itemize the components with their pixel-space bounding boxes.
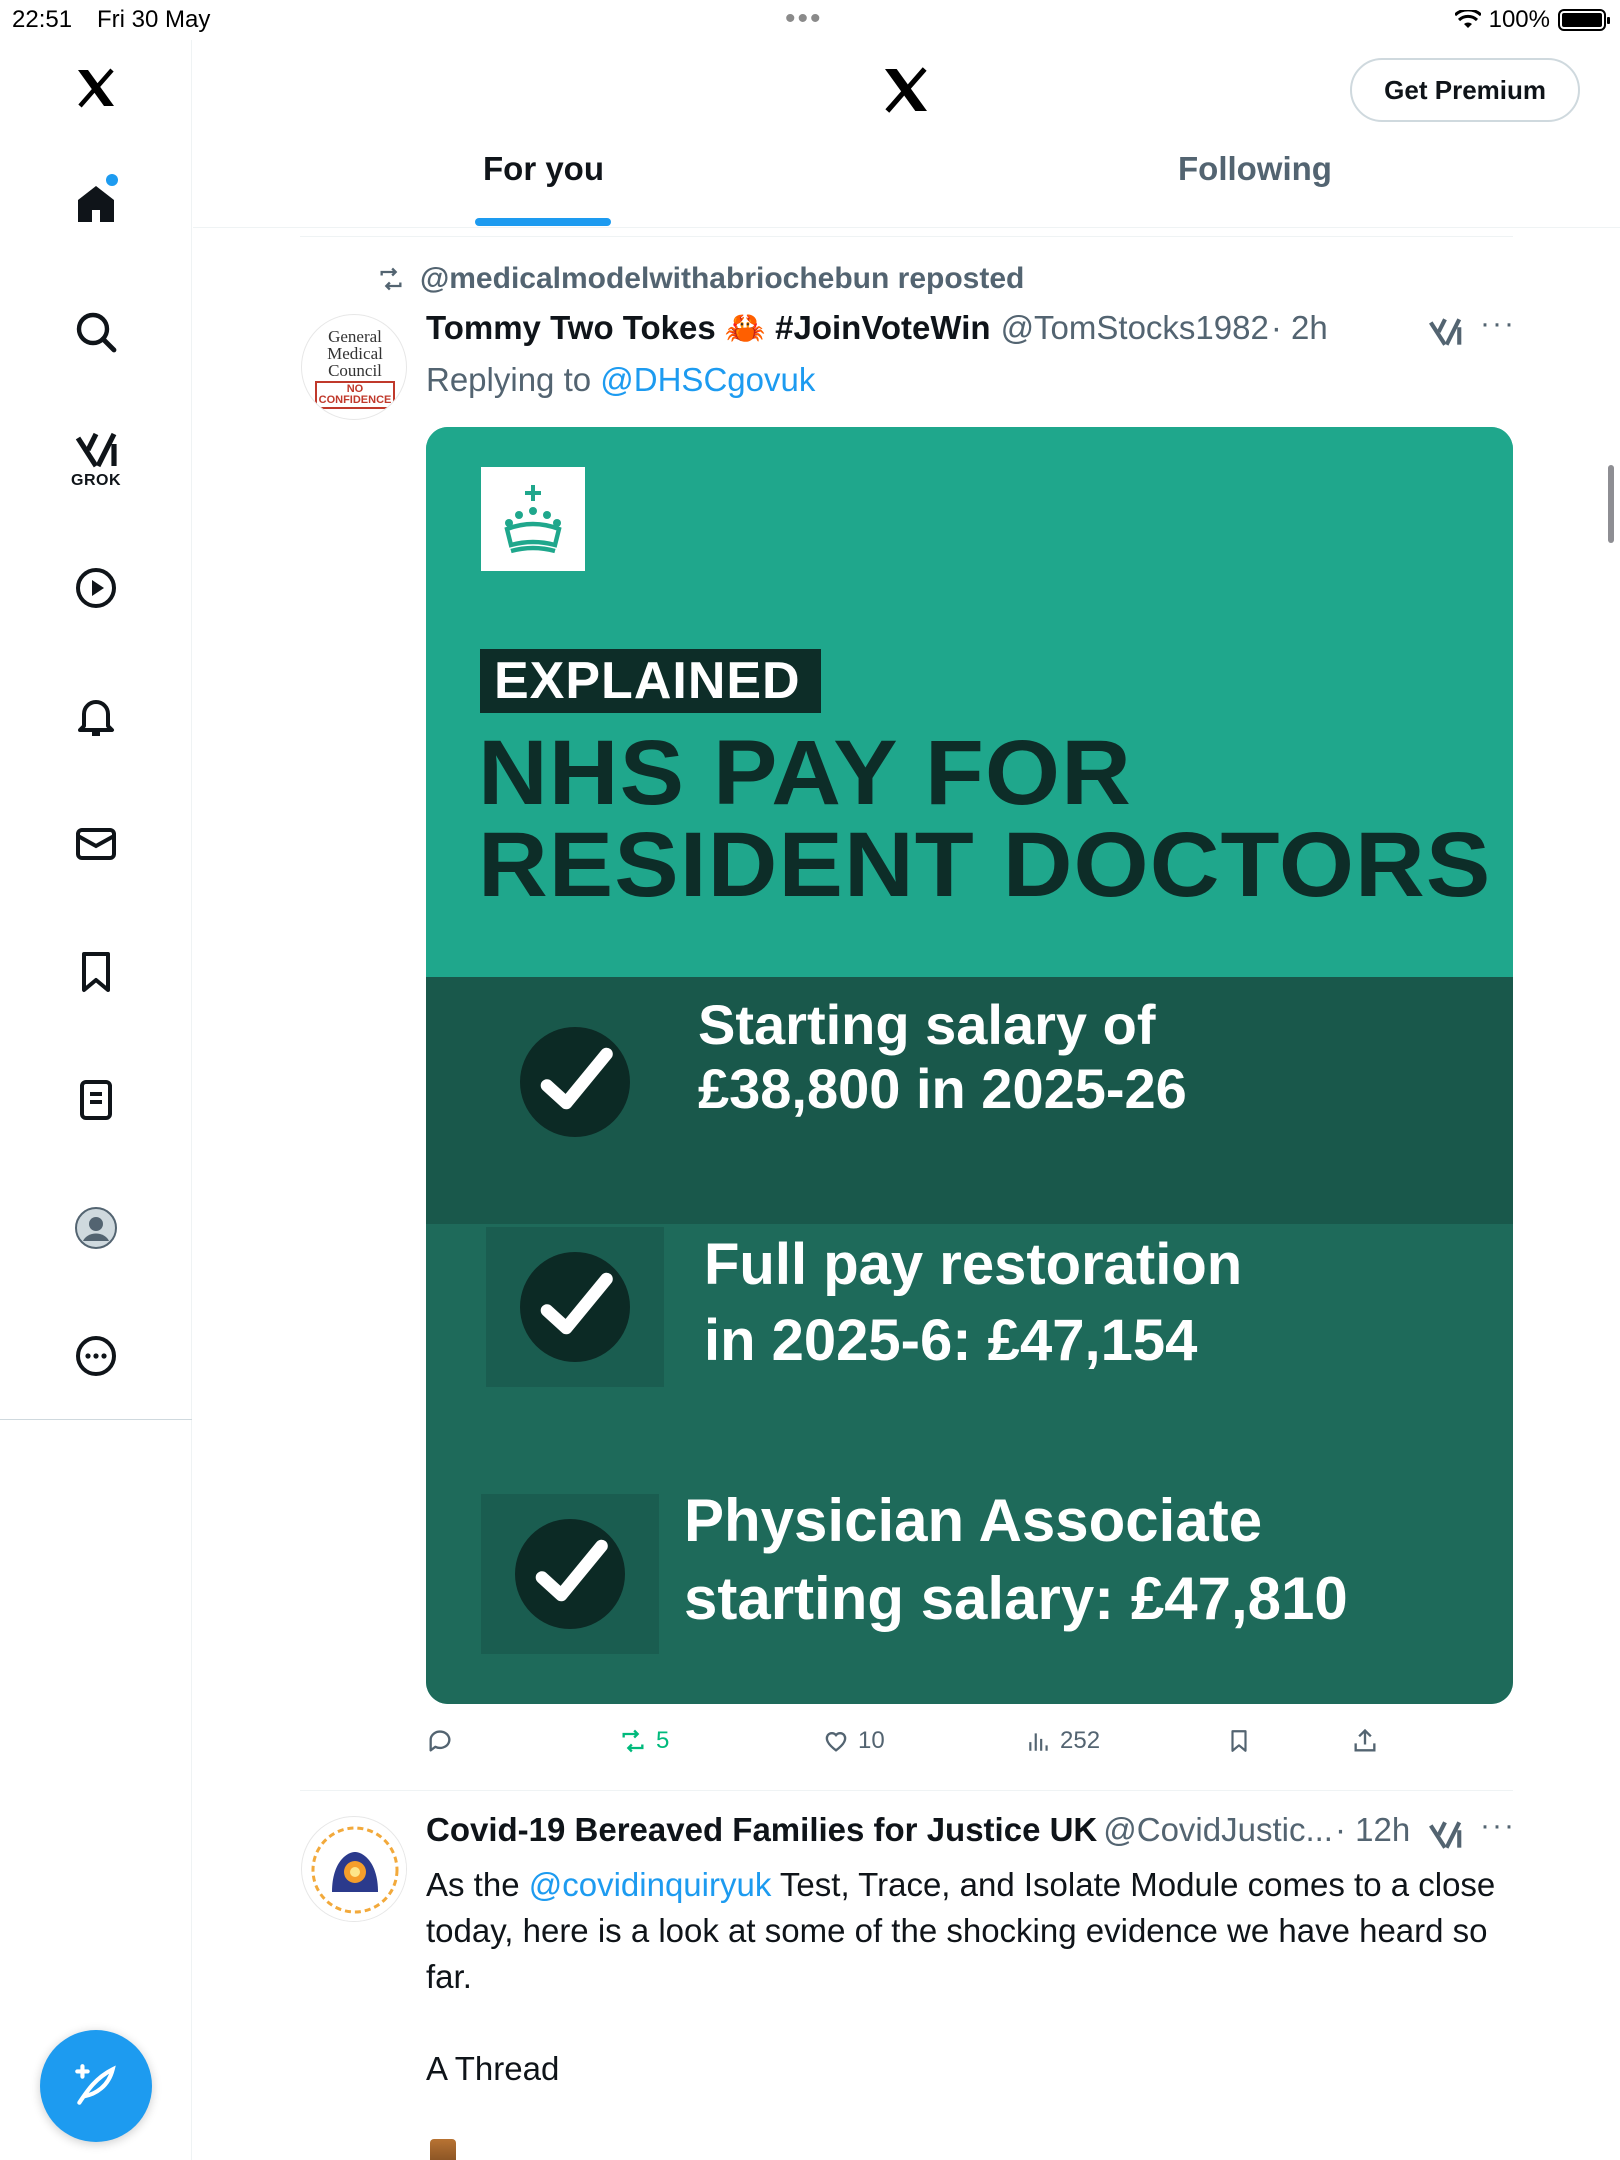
tweet-media-image[interactable]: EXPLAINED NHS PAY FOR RESIDENT DOCTORS S… <box>426 427 1513 1704</box>
thread-label: A Thread <box>426 2050 560 2087</box>
compose-feather-icon <box>75 2064 116 2105</box>
author-name[interactable]: Tommy Two Tokes 🦀 #JoinVoteWin <box>426 309 991 348</box>
wifi-icon <box>1454 10 1481 28</box>
author-handle[interactable]: @TomStocks1982 <box>1001 309 1269 347</box>
timeline-header: Get Premium For you Following <box>193 40 1620 228</box>
bookmark-icon <box>82 952 110 992</box>
media-headline: NHS PAY FOR RESIDENT DOCTORS <box>478 722 1492 916</box>
mail-icon <box>76 828 116 860</box>
notification-dot <box>106 174 118 186</box>
sidebar-x-logo[interactable] <box>56 48 136 128</box>
bookmark-button[interactable] <box>1226 1727 1252 1755</box>
repost-count: 5 <box>656 1727 670 1754</box>
status-time: 22:51 <box>12 6 73 33</box>
mention-link[interactable]: @covidinquiryuk <box>529 1866 772 1903</box>
tab-for-you[interactable]: For you <box>483 150 604 188</box>
reply-button[interactable] <box>426 1727 462 1755</box>
sidebar-item-profile[interactable] <box>56 1188 136 1268</box>
multitasking-dots-icon[interactable]: ••• <box>785 2 823 36</box>
battery-icon <box>1558 9 1610 31</box>
play-circle-icon <box>76 568 116 608</box>
media-tag: EXPLAINED <box>480 649 821 713</box>
x-logo-icon <box>78 68 114 108</box>
profile-avatar-icon <box>75 1207 117 1249</box>
check-mark-icon <box>486 1227 664 1387</box>
battery-percent: 100% <box>1488 6 1550 33</box>
author-handle[interactable]: @CovidJustic... <box>1103 1811 1333 1849</box>
no-confidence-stamp: NO CONFIDENCE <box>314 380 396 409</box>
repost-text: @medicalmodelwithabriochebun reposted <box>420 262 1025 295</box>
tweet-text: As the @covidinquiryuk Test, Trace, and … <box>426 1862 1496 2138</box>
more-circle-icon <box>76 1336 116 1376</box>
sidebar-divider <box>0 1419 192 1420</box>
compose-post-button[interactable] <box>40 2030 152 2142</box>
tweet-header: Covid-19 Bereaved Families for Justice U… <box>426 1811 1410 1849</box>
share-button[interactable] <box>1351 1727 1379 1755</box>
avatar-covid-families-logo <box>303 1818 406 1921</box>
repost-button[interactable]: 5 <box>618 1727 669 1755</box>
more-options-icon[interactable]: ··· <box>1480 307 1516 341</box>
like-count: 10 <box>858 1727 885 1754</box>
heart-icon <box>825 1732 847 1752</box>
tweet-time[interactable]: · 12h <box>1335 1811 1410 1849</box>
media-point: Full pay restoration in 2025-6: £47,154 <box>704 1232 1243 1373</box>
tab-following[interactable]: Following <box>1178 150 1332 188</box>
status-right: 100% <box>1454 6 1610 34</box>
search-icon <box>76 312 117 353</box>
divider <box>300 1790 1513 1791</box>
bookmark-icon <box>1231 1730 1247 1752</box>
tweet-header: Tommy Two Tokes 🦀 #JoinVoteWin @TomStock… <box>426 309 1328 348</box>
grok-icon <box>75 432 117 468</box>
repost-icon <box>380 267 402 291</box>
more-options-icon[interactable]: ··· <box>1480 1809 1516 1843</box>
view-count: 252 <box>1060 1727 1101 1754</box>
sidebar-item-lists[interactable] <box>56 1060 136 1140</box>
list-icon <box>80 1080 112 1120</box>
reply-icon <box>429 1730 451 1752</box>
sidebar-item-video[interactable] <box>56 548 136 628</box>
emoji-partial-icon <box>430 2139 456 2160</box>
avatar[interactable]: General Medical Council NO CONFIDENCE <box>301 314 407 420</box>
sidebar-nav: GROK <box>0 40 192 2160</box>
reply-mention-link[interactable]: @DHSCgovuk <box>600 361 815 398</box>
views-button[interactable]: 252 <box>1026 1727 1100 1755</box>
avatar-gmc-logo: General Medical Council NO CONFIDENCE <box>302 315 406 419</box>
tweet-time[interactable]: · 2h <box>1271 309 1328 347</box>
divider <box>300 236 1513 237</box>
bell-icon <box>78 700 114 736</box>
get-premium-button[interactable]: Get Premium <box>1350 58 1580 122</box>
crown-crest-icon <box>481 467 585 571</box>
author-name[interactable]: Covid-19 Bereaved Families for Justice U… <box>426 1811 1097 1849</box>
check-mark-icon <box>486 1002 664 1162</box>
sidebar-item-notifications[interactable] <box>56 676 136 756</box>
grok-label: GROK <box>71 472 121 489</box>
sidebar-item-explore[interactable] <box>56 292 136 372</box>
sidebar-item-home[interactable] <box>56 164 136 244</box>
sidebar-item-messages[interactable] <box>56 804 136 884</box>
media-point: Physician Associate starting salary: £47… <box>684 1487 1348 1632</box>
sidebar-item-grok[interactable]: GROK <box>56 418 136 498</box>
media-point: Starting salary of £38,800 in 2025-26 <box>698 993 1187 1120</box>
status-bar: 22:51 Fri 30 May ••• 100% <box>0 0 1620 40</box>
tweet-actions: 5 10 252 <box>426 1727 1513 1771</box>
status-date: Fri 30 May <box>97 6 211 33</box>
repost-icon <box>622 1729 644 1753</box>
sidebar-item-more[interactable] <box>56 1316 136 1396</box>
tab-active-indicator <box>475 218 611 226</box>
home-icon <box>78 186 114 222</box>
grok-icon[interactable] <box>1426 1816 1464 1854</box>
views-bar-icon <box>1029 1733 1048 1751</box>
repost-indicator[interactable]: @medicalmodelwithabriochebun reposted <box>376 262 1024 296</box>
avatar[interactable] <box>301 1816 407 1922</box>
check-mark-icon <box>481 1494 659 1654</box>
scrollbar[interactable] <box>1608 465 1614 543</box>
grok-icon[interactable] <box>1426 313 1464 351</box>
replying-to: Replying to @DHSCgovuk <box>426 361 816 398</box>
like-button[interactable]: 10 <box>822 1727 885 1755</box>
share-icon <box>1354 1728 1376 1752</box>
x-logo-icon[interactable] <box>878 62 934 118</box>
sidebar-item-bookmarks[interactable] <box>56 932 136 1012</box>
